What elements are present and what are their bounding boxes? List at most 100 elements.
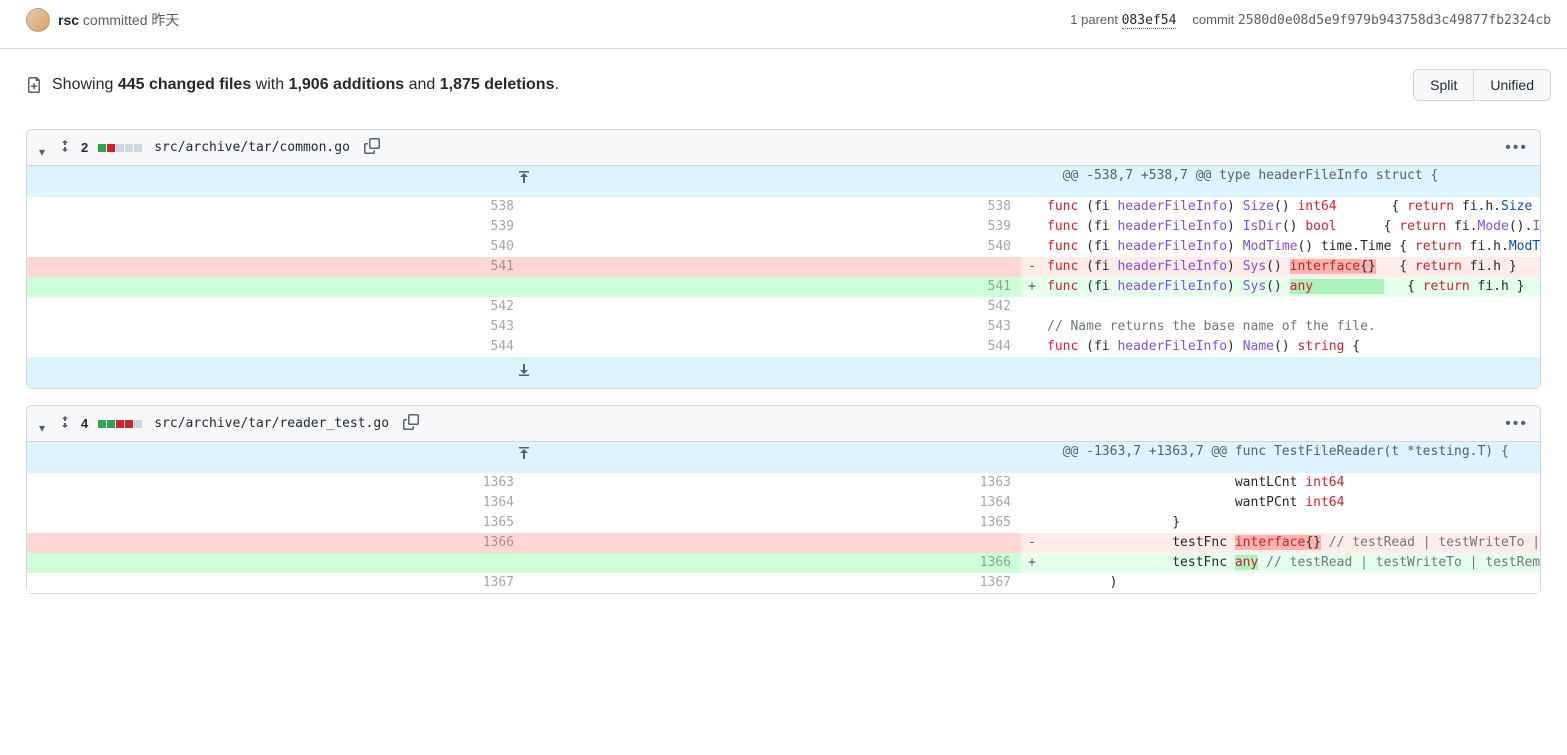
diff-line-ctx: 544544 func (fi headerFileInfo) Name() s… bbox=[27, 337, 1540, 357]
copy-path-icon[interactable] bbox=[397, 414, 419, 433]
diff-line-add: 1366+ testFnc any // testRead | testWrit… bbox=[27, 553, 1540, 573]
expand-up-button[interactable] bbox=[27, 166, 1021, 197]
code-content: testFnc any // testRead | testWriteTo | … bbox=[1043, 553, 1540, 573]
hunk-header-text: @@ -1363,7 +1363,7 @@ func TestFileReade… bbox=[1043, 442, 1540, 473]
diffstat-block bbox=[116, 420, 124, 428]
new-line-number[interactable]: 539 bbox=[524, 217, 1021, 237]
new-line-number[interactable]: 538 bbox=[524, 197, 1021, 217]
new-line-number[interactable]: 541 bbox=[524, 277, 1021, 297]
expand-all-icon[interactable] bbox=[57, 138, 73, 157]
new-line-number[interactable] bbox=[524, 533, 1021, 553]
old-line-number[interactable]: 1364 bbox=[27, 493, 524, 513]
diffstat-block bbox=[107, 420, 115, 428]
avatar[interactable] bbox=[26, 8, 50, 32]
commit-label: commit bbox=[1192, 12, 1234, 27]
diff-marker: - bbox=[1021, 257, 1043, 277]
commit-author-block: rsc committed 昨天 bbox=[26, 8, 179, 32]
file-block: 4src/archive/tar/reader_test.go••• @@ -1… bbox=[26, 405, 1541, 594]
old-line-number[interactable]: 541 bbox=[27, 257, 524, 277]
new-line-number[interactable]: 540 bbox=[524, 237, 1021, 257]
kebab-menu-icon[interactable]: ••• bbox=[1505, 415, 1528, 433]
diff-marker bbox=[1021, 297, 1043, 317]
old-line-number[interactable]: 540 bbox=[27, 237, 524, 257]
collapse-caret-icon[interactable] bbox=[39, 143, 49, 153]
diff-line-ctx: 13651365 } bbox=[27, 513, 1540, 533]
diffstat-block bbox=[98, 144, 106, 152]
new-line-number[interactable]: 1366 bbox=[524, 553, 1021, 573]
new-line-number[interactable]: 1367 bbox=[524, 573, 1021, 593]
and-text: and bbox=[404, 76, 440, 93]
diff-marker: + bbox=[1021, 277, 1043, 297]
additions-count: 1,906 additions bbox=[289, 76, 405, 93]
diff-marker: + bbox=[1021, 553, 1043, 573]
diff-marker: - bbox=[1021, 533, 1043, 553]
expand-all-icon[interactable] bbox=[57, 414, 73, 433]
author-link[interactable]: rsc bbox=[58, 12, 79, 28]
diffstat-block bbox=[116, 144, 124, 152]
new-line-number[interactable]: 1363 bbox=[524, 473, 1021, 493]
diffstat-block bbox=[134, 420, 142, 428]
diffstat bbox=[98, 144, 142, 152]
commit-sha: 2580d0e08d5e9f979b943758d3c49877fb2324cb bbox=[1238, 13, 1551, 28]
code-content bbox=[1043, 297, 1540, 317]
files-count: 445 changed files bbox=[118, 76, 251, 93]
diffstat-block bbox=[107, 144, 115, 152]
showing-prefix: Showing bbox=[52, 76, 118, 93]
old-line-number[interactable]: 544 bbox=[27, 337, 524, 357]
file-header: 2 src/archive/tar/common.go ••• bbox=[27, 130, 1540, 166]
expand-up-button[interactable] bbox=[27, 442, 1021, 473]
diffstat-block bbox=[98, 420, 106, 428]
file-path-link[interactable]: src/archive/tar/common.go bbox=[154, 140, 350, 155]
diffstat bbox=[98, 420, 142, 428]
diff-marker bbox=[1021, 573, 1043, 593]
old-line-number[interactable]: 1363 bbox=[27, 473, 524, 493]
unified-view-button[interactable]: Unified bbox=[1473, 69, 1551, 101]
old-line-number[interactable]: 538 bbox=[27, 197, 524, 217]
new-line-number[interactable] bbox=[524, 257, 1021, 277]
file-diff-icon[interactable] bbox=[26, 77, 42, 93]
old-line-number[interactable]: 543 bbox=[27, 317, 524, 337]
collapse-caret-icon[interactable] bbox=[39, 419, 49, 429]
diff-line-del: 541-func (fi headerFileInfo) Sys() inter… bbox=[27, 257, 1540, 277]
old-line-number[interactable]: 539 bbox=[27, 217, 524, 237]
diff-marker bbox=[1021, 337, 1043, 357]
commit-action: committed bbox=[83, 12, 148, 28]
old-line-number[interactable]: 542 bbox=[27, 297, 524, 317]
diff-marker bbox=[1021, 317, 1043, 337]
diff-line-ctx: 540540 func (fi headerFileInfo) ModTime(… bbox=[27, 237, 1540, 257]
with-text: with bbox=[251, 76, 288, 93]
code-content: testFnc interface{} // testRead | testWr… bbox=[1043, 533, 1540, 553]
diff-line-del: 1366 - testFnc interface{} // testRead | … bbox=[27, 533, 1540, 553]
new-line-number[interactable]: 542 bbox=[524, 297, 1021, 317]
expand-down-button[interactable] bbox=[27, 357, 1021, 388]
copy-path-icon[interactable] bbox=[358, 138, 380, 157]
diff-view-toggle: Split Unified bbox=[1413, 69, 1551, 101]
new-line-number[interactable]: 544 bbox=[524, 337, 1021, 357]
diff-line-add: 541+func (fi headerFileInfo) Sys() any {… bbox=[27, 277, 1540, 297]
diff-line-ctx: 542542 bbox=[27, 297, 1540, 317]
old-line-number[interactable]: 1367 bbox=[27, 573, 524, 593]
old-line-number[interactable]: 1365 bbox=[27, 513, 524, 533]
parent-sha-link[interactable]: 083ef54 bbox=[1122, 13, 1177, 29]
new-line-number[interactable]: 1365 bbox=[524, 513, 1021, 533]
diff-line-ctx: 13641364 wantPCnt int64 bbox=[27, 493, 1540, 513]
parent-label: 1 parent bbox=[1070, 12, 1118, 27]
diffstat-block bbox=[125, 144, 133, 152]
file-path-link[interactable]: src/archive/tar/reader_test.go bbox=[154, 416, 389, 431]
new-line-number[interactable]: 543 bbox=[524, 317, 1021, 337]
code-content: ) bbox=[1043, 573, 1540, 593]
commit-sha-block: 1 parent 083ef54 commit 2580d0e08d5e9f97… bbox=[1070, 12, 1551, 28]
new-line-number[interactable]: 1364 bbox=[524, 493, 1021, 513]
diff-summary-row: Showing 445 changed files with 1,906 add… bbox=[0, 49, 1567, 113]
diff-marker bbox=[1021, 493, 1043, 513]
kebab-menu-icon[interactable]: ••• bbox=[1505, 139, 1528, 157]
split-view-button[interactable]: Split bbox=[1413, 69, 1474, 101]
old-line-number[interactable] bbox=[27, 277, 524, 297]
old-line-number[interactable]: 1366 bbox=[27, 533, 524, 553]
code-content: func (fi headerFileInfo) Name() string { bbox=[1043, 337, 1540, 357]
hunk-header-row: @@ -538,7 +538,7 @@ type headerFileInfo … bbox=[27, 166, 1540, 197]
diff-marker bbox=[1021, 473, 1043, 493]
old-line-number[interactable] bbox=[27, 553, 524, 573]
change-count: 2 bbox=[81, 140, 88, 155]
deletions-count: 1,875 deletions bbox=[440, 76, 555, 93]
